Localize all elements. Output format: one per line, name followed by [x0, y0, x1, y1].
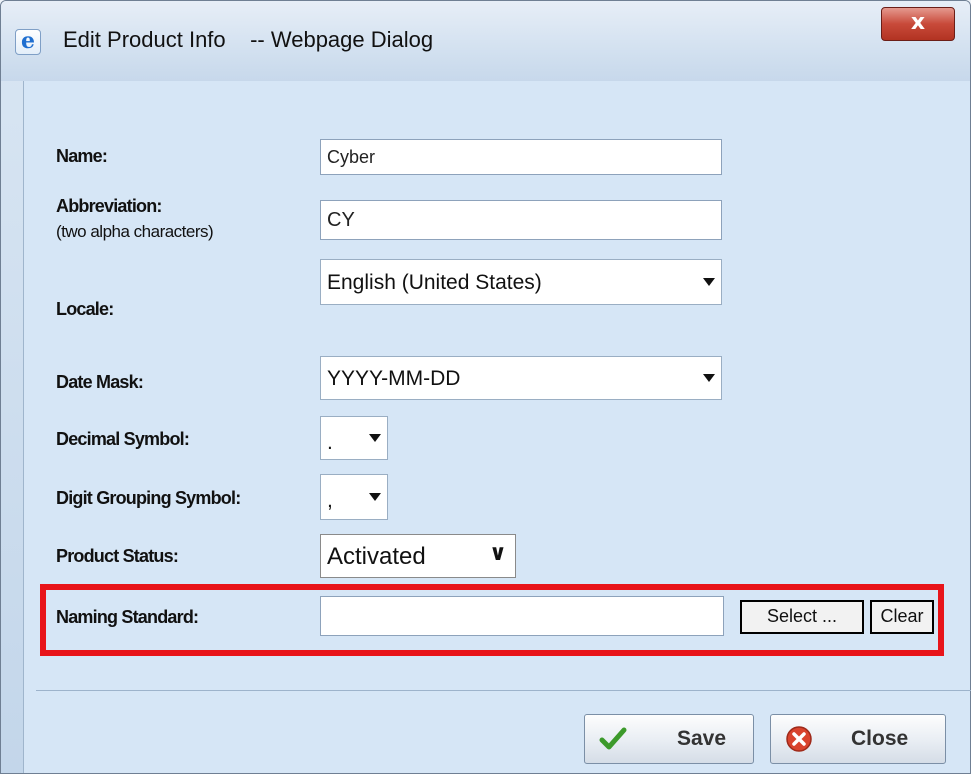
footer-divider	[36, 690, 971, 691]
abbreviation-label: Abbreviation:	[56, 196, 162, 216]
select-naming-standard-button[interactable]: Select ...	[740, 600, 864, 634]
date-mask-value: YYYY-MM-DD	[327, 367, 461, 390]
product-status-label: Product Status:	[56, 546, 179, 566]
date-mask-select[interactable]: YYYY-MM-DD	[320, 356, 722, 400]
naming-standard-input[interactable]	[320, 596, 724, 636]
close-label: Close	[851, 727, 909, 750]
decimal-symbol-select[interactable]: .	[320, 416, 388, 460]
dialog-body	[23, 81, 970, 773]
clear-naming-standard-button[interactable]: Clear	[870, 600, 934, 634]
product-status-value: Activated	[327, 543, 426, 570]
locale-label: Locale:	[56, 299, 114, 319]
decimal-symbol-label: Decimal Symbol:	[56, 429, 190, 449]
digit-grouping-select[interactable]: ,	[320, 474, 388, 520]
window-title: Edit Product Info -- Webpage Dialog	[63, 27, 434, 52]
save-label: Save	[677, 727, 727, 750]
close-circle-icon	[786, 726, 812, 752]
internet-explorer-icon: e	[15, 29, 41, 55]
name-input[interactable]	[320, 139, 722, 175]
chevron-down-icon	[703, 278, 715, 286]
chevron-down-icon	[369, 493, 381, 501]
digit-grouping-value: ,	[327, 489, 333, 512]
locale-select[interactable]: English (United States)	[320, 259, 722, 305]
locale-value: English (United States)	[327, 271, 542, 294]
abbreviation-input[interactable]	[320, 200, 722, 240]
decimal-symbol-value: .	[327, 431, 333, 454]
close-button[interactable]: Close	[770, 714, 946, 764]
chevron-down-icon: ∨	[489, 541, 507, 566]
close-window-button[interactable]: x	[881, 7, 955, 41]
chevron-down-icon	[369, 434, 381, 442]
save-button[interactable]: Save	[584, 714, 754, 764]
digit-grouping-label: Digit Grouping Symbol:	[56, 488, 241, 508]
title-bar[interactable]: e Edit Product Info -- Webpage Dialog x	[1, 1, 970, 81]
checkmark-icon	[599, 727, 627, 750]
name-label: Name:	[56, 146, 108, 166]
date-mask-label: Date Mask:	[56, 372, 144, 392]
naming-standard-label: Naming Standard:	[56, 607, 199, 627]
abbreviation-hint: (two alpha characters)	[56, 222, 214, 241]
product-status-select[interactable]: Activated ∨	[320, 534, 516, 578]
chevron-down-icon	[703, 374, 715, 382]
